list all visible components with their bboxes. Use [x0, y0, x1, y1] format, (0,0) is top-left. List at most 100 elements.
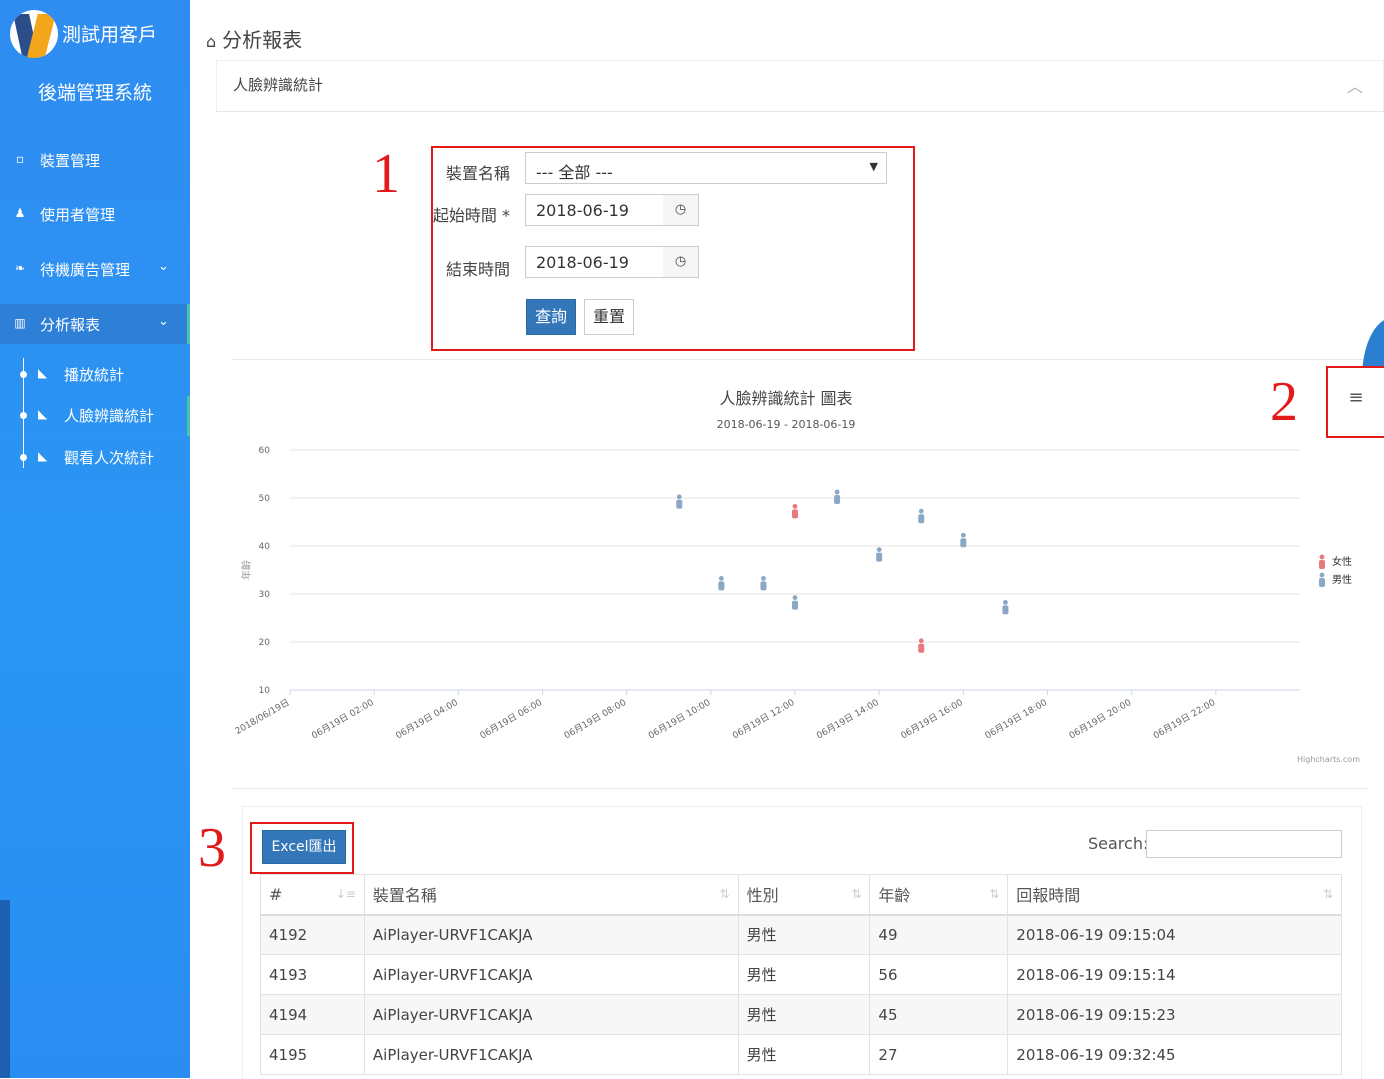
- chevron-down-icon: ⌄: [158, 314, 169, 329]
- table-cell: 男性: [737, 954, 871, 995]
- marker-body: [718, 581, 725, 591]
- sort-icon: ⇅: [989, 887, 1000, 901]
- column-header[interactable]: 年齡 ⇅: [869, 874, 1009, 916]
- system-subtitle: 後端管理系統: [37, 82, 152, 104]
- search-input[interactable]: [1146, 830, 1342, 858]
- table-cell: 男性: [737, 994, 871, 1035]
- sidebar-item-label: 使用者管理: [40, 206, 116, 224]
- chart-subtitle: 2018-06-19 - 2018-06-19: [717, 418, 856, 431]
- column-header-label: 裝置名稱: [372, 886, 437, 906]
- y-tick-label: 10: [259, 686, 271, 696]
- table-cell: 2018-06-19 09:15:23: [1007, 994, 1342, 1035]
- table-cell: 男性: [737, 914, 871, 955]
- x-tick-label: 06月19日 04:00: [394, 697, 460, 742]
- marker-body: [918, 643, 925, 653]
- table-cell: 2018-06-19 09:15:04: [1007, 914, 1342, 955]
- panel-header: 人臉辨識統計 ︿: [216, 60, 1384, 112]
- table-cell: 56: [869, 954, 1009, 995]
- search-label: Search:: [1088, 834, 1149, 853]
- marker-body: [760, 581, 767, 591]
- area-chart-icon: ◣: [38, 449, 48, 463]
- device-label: 裝置名稱: [445, 164, 510, 183]
- annotation-number: 3: [198, 817, 226, 879]
- legend-marker: [1319, 572, 1325, 587]
- breadcrumb: ⌂ 分析報表: [206, 24, 302, 53]
- marker-head: [676, 494, 682, 500]
- y-tick-label: 40: [259, 542, 271, 552]
- clock-icon[interactable]: ◷: [663, 246, 699, 278]
- data-point: [918, 638, 925, 653]
- sidebar-item-ads[interactable]: ❧ 待機廣告管理 ⌄: [0, 249, 190, 289]
- data-point: [792, 595, 798, 610]
- marker-body: [1319, 578, 1325, 587]
- y-tick-label: 30: [259, 590, 271, 600]
- column-header[interactable]: 回報時間 ⇅: [1007, 874, 1342, 916]
- legend-label: 男性: [1332, 573, 1352, 586]
- column-header[interactable]: 性別 ⇅: [737, 874, 871, 916]
- sidebar-item-users[interactable]: ♟ 使用者管理: [0, 194, 190, 234]
- x-tick-label: 06月19日 12:00: [731, 697, 797, 742]
- column-header[interactable]: # ↓≡: [260, 874, 365, 916]
- square-icon: ▫: [15, 152, 25, 166]
- table-cell: 2018-06-19 09:32:45: [1007, 1034, 1342, 1075]
- sidebar-subitem-face[interactable]: ◣ 人臉辨識統計: [0, 396, 190, 436]
- device-select[interactable]: --- 全部 --- ▼: [525, 152, 887, 184]
- y-tick-label: 20: [259, 638, 271, 648]
- chart-title: 人臉辨識統計 圖表: [719, 389, 852, 408]
- marker-head: [960, 532, 966, 538]
- marker-body: [960, 538, 967, 548]
- table-header-row: # ↓≡ 裝置名稱 ⇅ 性別 ⇅ 年齡 ⇅ 回報時間 ⇅: [260, 874, 1342, 916]
- x-axis-labels: 2018/06/19日 06月19日 02:00 06月19日 04:00 06月19…: [233, 690, 1218, 742]
- excel-export-button[interactable]: Excel匯出: [262, 830, 346, 864]
- sidebar-item-label: 裝置管理: [40, 152, 101, 170]
- chart-points: [676, 489, 1009, 653]
- table-row[interactable]: 4193 AiPlayer-URVF1CAKJA 男性 56 2018-06-1…: [260, 954, 1342, 995]
- brand-name: 測試用客戶: [62, 24, 158, 46]
- end-date-input[interactable]: 2018-06-19: [525, 246, 665, 278]
- chevron-up-icon[interactable]: ︿: [1347, 73, 1363, 97]
- sort-icon: ⇅: [719, 887, 730, 901]
- sidebar-subitem-label: 播放統計: [64, 366, 125, 384]
- table-cell: 男性: [737, 1034, 871, 1075]
- data-point: [918, 508, 925, 524]
- sidebar: 測試用客戶 後端管理系統 ▫ 裝置管理 ♟ 使用者管理 ❧ 待機廣告管理 ⌄ ▥…: [0, 0, 190, 1078]
- marker-head: [792, 504, 798, 509]
- sidebar-item-devices[interactable]: ▫ 裝置管理: [0, 140, 190, 180]
- chart-legend[interactable]: 女性男性: [1319, 554, 1352, 587]
- scatter-chart: 人臉辨識統計 圖表 2018-06-19 - 2018-06-19 年齡 102…: [233, 389, 1360, 764]
- column-header[interactable]: 裝置名稱 ⇅: [363, 874, 739, 916]
- leaf-icon: ❧: [14, 261, 26, 275]
- chevron-down-icon: ⌄: [158, 259, 169, 274]
- column-header-label: 回報時間: [1016, 886, 1081, 906]
- panel-title: 人臉辨識統計: [233, 76, 324, 94]
- chart-credit[interactable]: Highcharts.com: [1297, 755, 1360, 764]
- marker-body: [792, 509, 798, 519]
- start-date-input[interactable]: 2018-06-19: [525, 194, 665, 226]
- marker-head: [1319, 554, 1325, 560]
- legend-marker: [1319, 554, 1325, 569]
- table-cell: 45: [869, 994, 1009, 1035]
- table-row[interactable]: 4195 AiPlayer-URVF1CAKJA 男性 27 2018-06-1…: [260, 1034, 1342, 1075]
- sidebar-subitem-playback[interactable]: ◣ 播放統計: [0, 355, 190, 395]
- x-tick-label: 06月19日 08:00: [562, 697, 628, 742]
- query-button[interactable]: 查詢: [526, 299, 576, 335]
- table-row[interactable]: 4194 AiPlayer-URVF1CAKJA 男性 45 2018-06-1…: [260, 994, 1342, 1035]
- reset-button[interactable]: 重置: [584, 299, 634, 335]
- y-tick-label: 50: [259, 494, 271, 504]
- clock-icon[interactable]: ◷: [663, 194, 699, 226]
- table-cell: 27: [869, 1034, 1009, 1075]
- x-tick-label: 06月19日 06:00: [478, 697, 544, 742]
- bullet-dot: [20, 412, 27, 419]
- legend-label: 女性: [1332, 555, 1352, 568]
- sidebar-stripe: [0, 900, 10, 1078]
- end-time-label: 結束時間: [445, 260, 510, 279]
- table-cell: AiPlayer-URVF1CAKJA: [363, 914, 739, 955]
- sidebar-item-reports[interactable]: ▥ 分析報表 ⌄: [0, 304, 190, 344]
- table-cell: 4194: [260, 994, 365, 1035]
- sidebar-subitem-views[interactable]: ◣ 觀看人次統計: [0, 438, 190, 478]
- table-cell: AiPlayer-URVF1CAKJA: [363, 954, 739, 995]
- table-cell: 4193: [260, 954, 365, 995]
- section-divider: [232, 788, 1368, 789]
- table-row[interactable]: 4192 AiPlayer-URVF1CAKJA 男性 49 2018-06-1…: [260, 914, 1342, 955]
- table-cell: 4192: [260, 914, 365, 955]
